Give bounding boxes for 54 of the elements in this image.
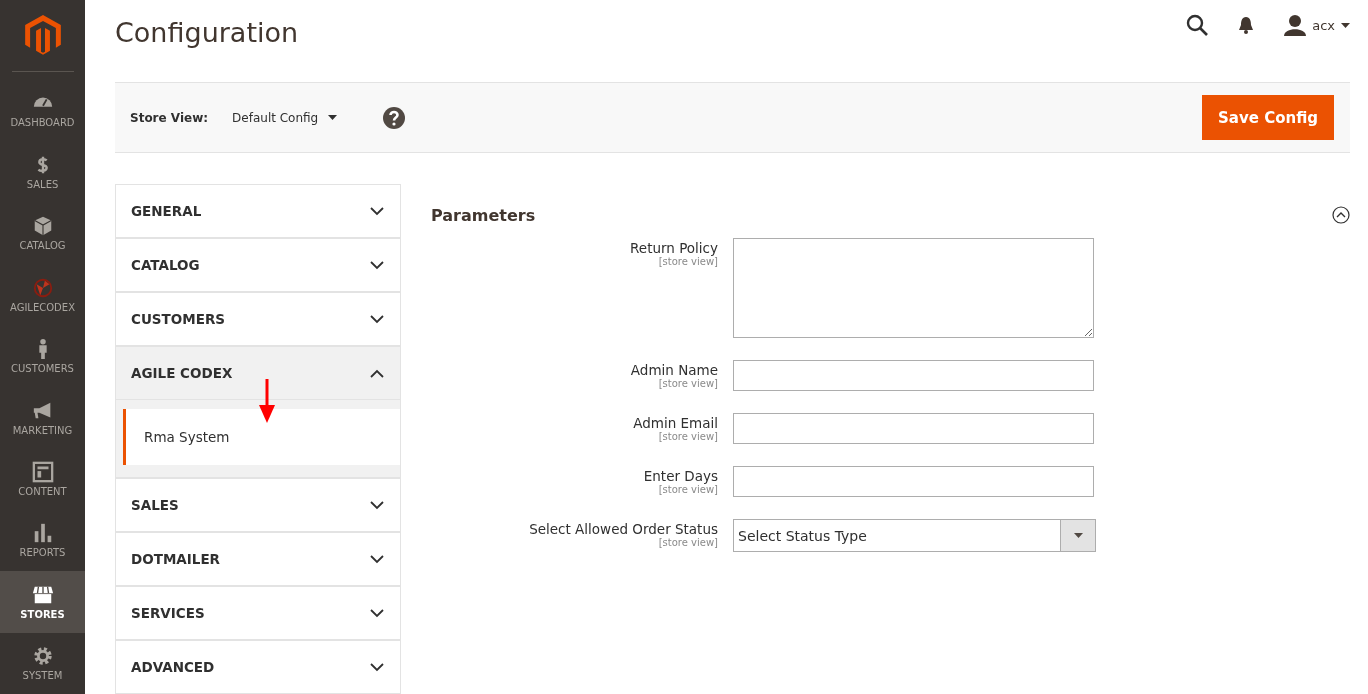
scope-label: [store view]: [657, 484, 718, 495]
user-icon: [1284, 14, 1307, 37]
chevron-down-icon: [370, 314, 384, 324]
nav-item[interactable]: AGILECODEX: [0, 263, 85, 326]
agilecodex-icon: [31, 276, 54, 299]
chevron-down-icon: [370, 608, 384, 618]
store-view-dropdown[interactable]: Default Config: [232, 110, 338, 125]
logo-icon[interactable]: [24, 15, 61, 55]
chevron-down-icon: [370, 554, 384, 564]
caret-icon: [1341, 22, 1350, 28]
chevron-down-icon: [370, 500, 384, 510]
select-field[interactable]: Select Status Type: [733, 519, 1096, 552]
page-title: Configuration: [115, 16, 300, 48]
config-subsection-link[interactable]: Rma System: [123, 409, 400, 465]
field-label: Admin Email: [632, 415, 718, 431]
field-label: Return Policy: [629, 240, 718, 256]
search-icon[interactable]: [1186, 14, 1209, 37]
nav-item[interactable]: MARKETING: [0, 386, 85, 449]
user-menu[interactable]: acx: [1284, 14, 1350, 37]
save-config-button[interactable]: Save Config: [1202, 95, 1334, 141]
input-field[interactable]: [733, 413, 1094, 444]
chevron-up-icon: [370, 368, 384, 378]
annotation-arrow: [258, 379, 276, 423]
nav-item[interactable]: STORES: [0, 571, 85, 633]
input-field[interactable]: [733, 360, 1094, 391]
config-section-tab[interactable]: AGILE CODEX: [116, 347, 400, 400]
scope-label: [store view]: [657, 256, 718, 267]
help-icon[interactable]: [383, 106, 406, 129]
store-view-label: Store View:: [130, 110, 209, 125]
field-label: Admin Name: [629, 362, 718, 378]
field-label: Enter Days: [642, 468, 718, 484]
caret-icon: [328, 115, 338, 121]
nav-item[interactable]: SALES: [0, 141, 85, 203]
nav-item[interactable]: CUSTOMERS: [0, 325, 85, 387]
input-field[interactable]: [733, 466, 1094, 497]
content-icon: [31, 460, 54, 483]
system-icon: [31, 645, 54, 668]
collapse-icon[interactable]: [1332, 206, 1350, 224]
chevron-down-icon: [370, 206, 384, 216]
chevron-down-icon: [370, 662, 384, 672]
scope-label: [store view]: [657, 537, 718, 548]
nav-item[interactable]: CONTENT: [0, 448, 85, 510]
scope-label: [store view]: [657, 378, 718, 389]
nav-item[interactable]: REPORTS: [0, 509, 85, 572]
chevron-down-icon: [370, 260, 384, 270]
bell-icon[interactable]: [1238, 16, 1255, 35]
nav-item[interactable]: DASHBOARD: [0, 79, 85, 142]
scope-label: [store view]: [657, 431, 718, 442]
group-title: Parameters: [431, 205, 536, 225]
nav-item[interactable]: CATALOG: [0, 202, 85, 264]
caret-icon: [1073, 533, 1083, 538]
field-label: Select Allowed Order Status: [528, 521, 718, 537]
text-area[interactable]: [733, 238, 1094, 338]
nav-item[interactable]: SYSTEM: [0, 632, 85, 694]
